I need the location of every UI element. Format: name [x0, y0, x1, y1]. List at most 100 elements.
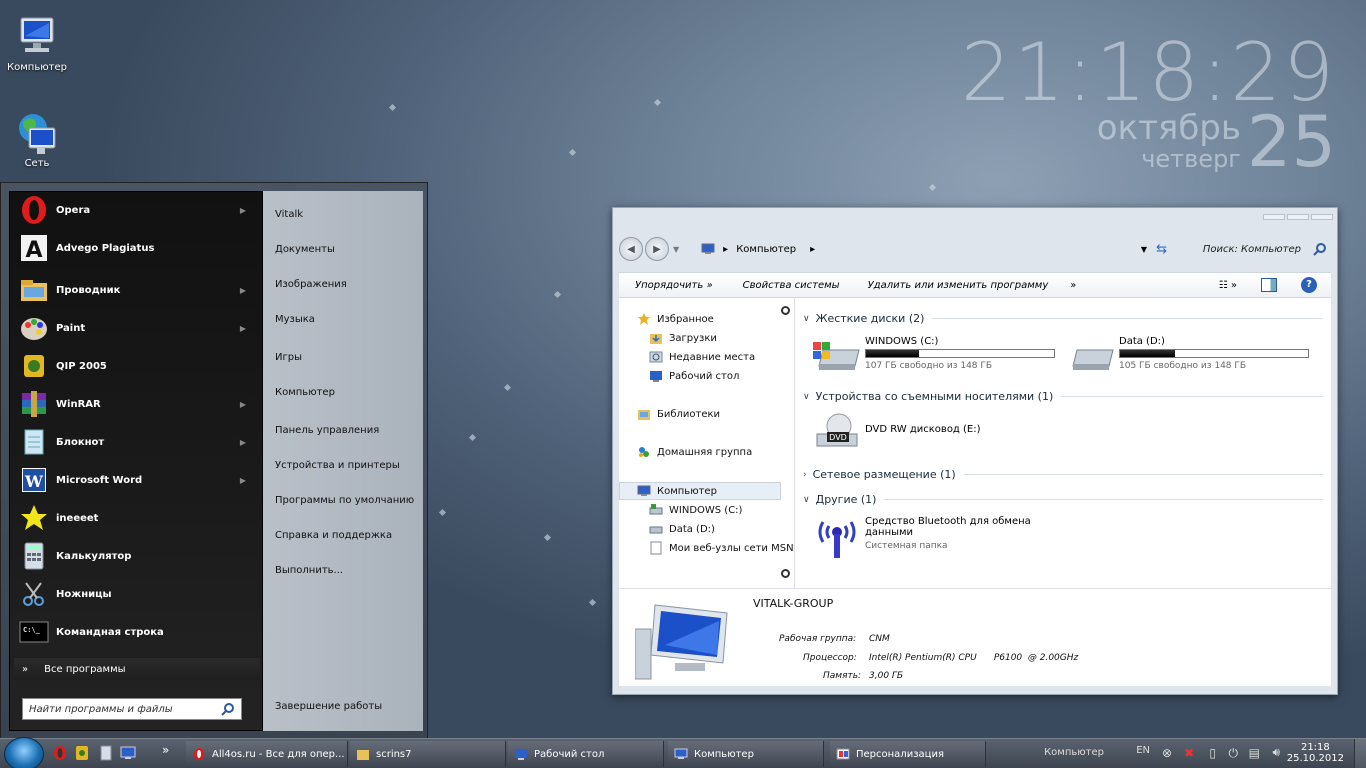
- history-dropdown-icon[interactable]: ▼: [673, 245, 679, 254]
- start-item-qip[interactable]: QIP 2005: [14, 348, 258, 384]
- start-place-music[interactable]: Музыка: [275, 314, 315, 325]
- close-circle-icon[interactable]: ⊗: [1162, 746, 1172, 760]
- start-item-paint[interactable]: Paint ▶: [14, 310, 258, 346]
- power-icon[interactable]: ⏻: [1229, 746, 1239, 761]
- start-item-winrar[interactable]: WinRAR ▶: [14, 386, 258, 422]
- organize-button[interactable]: Упорядочить »: [635, 280, 713, 291]
- nav-homegroup[interactable]: Домашняя группа: [637, 445, 752, 459]
- uninstall-program-button[interactable]: Удалить или изменить программу: [868, 280, 1049, 291]
- start-item-ineeeet[interactable]: ineeeet: [14, 500, 258, 536]
- desktop-icon-network[interactable]: Сеть: [0, 110, 74, 169]
- group-header-removable[interactable]: ∨ Устройства со съемными носителями (1): [803, 390, 1323, 403]
- antivirus-icon[interactable]: ✖: [1184, 746, 1194, 760]
- start-item-explorer[interactable]: Проводник ▶: [14, 272, 258, 308]
- back-button[interactable]: ◀: [619, 237, 643, 261]
- start-item-opera[interactable]: Opera ▶: [14, 192, 258, 228]
- start-place-documents[interactable]: Документы: [275, 244, 335, 255]
- nav-msn-sites[interactable]: Мои веб-узлы сети MSN: [649, 541, 794, 555]
- minimize-button[interactable]: [1263, 214, 1285, 220]
- start-item-notepad[interactable]: Блокнот ▶: [14, 424, 258, 460]
- start-search-placeholder: Найти программы и файлы: [29, 703, 173, 715]
- nav-label: Библиотеки: [657, 408, 721, 420]
- opera-icon: [194, 748, 204, 760]
- address-bar[interactable]: ▸ Компьютер ▸: [701, 243, 815, 255]
- start-place-user[interactable]: Vitalk: [275, 209, 303, 220]
- search-icon[interactable]: [1313, 242, 1327, 256]
- start-place-run[interactable]: Выполнить...: [275, 565, 343, 576]
- start-item-scissors[interactable]: Ножницы: [14, 576, 258, 612]
- volume-icon[interactable]: 🔊︎: [1272, 745, 1280, 760]
- shutdown-button[interactable]: Завершение работы: [275, 701, 382, 712]
- maximize-button[interactable]: [1287, 214, 1309, 220]
- nav-recent-places[interactable]: Недавние места: [649, 350, 755, 364]
- breadcrumb-arrow-icon[interactable]: ▸: [810, 244, 815, 255]
- taskbar-button-desktop[interactable]: Рабочий стол: [508, 741, 664, 767]
- start-place-pictures[interactable]: Изображения: [275, 279, 347, 290]
- language-indicator[interactable]: EN: [1136, 745, 1150, 756]
- explorer-search-input[interactable]: Поиск: Компьютер: [1203, 244, 1301, 255]
- downloads-folder-icon: [650, 334, 662, 344]
- nav-computer[interactable]: Компьютер: [637, 484, 717, 498]
- group-header-other[interactable]: ∨ Другие (1): [803, 493, 1323, 506]
- forward-button[interactable]: ▶: [645, 237, 669, 261]
- breadcrumb-computer[interactable]: Компьютер: [736, 244, 796, 255]
- qip-icon[interactable]: [74, 745, 90, 761]
- scroll-up-button[interactable]: [781, 306, 790, 315]
- taskbar-button-personalization[interactable]: Персонализация: [830, 741, 986, 767]
- help-icon[interactable]: ?: [1301, 277, 1317, 293]
- start-place-games[interactable]: Игры: [275, 352, 302, 363]
- taskbar-button-computer[interactable]: Компьютер: [668, 741, 824, 767]
- nav-scrollbar[interactable]: [781, 306, 790, 578]
- start-item-cmd[interactable]: C:\_ Командная строка: [14, 614, 258, 650]
- network-tray-icon[interactable]: ▤: [1249, 746, 1260, 760]
- refresh-icon[interactable]: ⇆: [1156, 242, 1167, 257]
- drive-c-tile[interactable]: WINDOWS (C:) 107 ГБ свободно из 148 ГБ: [813, 336, 1063, 371]
- nav-favorites[interactable]: Избранное: [637, 312, 714, 326]
- taskbar-button-scrins7[interactable]: scrins7: [350, 741, 506, 767]
- view-options-icon[interactable]: ☷ »: [1219, 280, 1237, 291]
- dvd-drive-tile[interactable]: DVD DVD RW дисковод (E:): [813, 412, 1063, 452]
- system-properties-button[interactable]: Свойства системы: [743, 280, 840, 291]
- all-programs-button[interactable]: » Все программы: [14, 658, 260, 680]
- taskbar-button-opera[interactable]: All4os.ru - Все для опер...: [186, 741, 348, 767]
- tray-toolbar-label[interactable]: Компьютер: [1044, 747, 1104, 758]
- start-place-default-programs[interactable]: Программы по умолчанию: [275, 495, 414, 506]
- start-place-help[interactable]: Справка и поддержка: [275, 530, 392, 541]
- start-item-advego[interactable]: A Advego Plagiatus: [14, 230, 258, 266]
- scroll-down-button[interactable]: [781, 569, 790, 578]
- all-programs-label: Все программы: [44, 663, 126, 675]
- nav-label: Мои веб-узлы сети MSN: [669, 542, 794, 554]
- show-desktop-button[interactable]: [1354, 739, 1366, 768]
- nav-downloads[interactable]: Загрузки: [649, 331, 717, 345]
- scissors-icon: [18, 578, 50, 610]
- nav-libraries[interactable]: Библиотеки: [637, 407, 720, 421]
- opera-icon[interactable]: [52, 745, 68, 761]
- start-item-label: Блокнот: [56, 436, 105, 448]
- safely-remove-icon[interactable]: ▯: [1209, 746, 1216, 760]
- start-place-control-panel[interactable]: Панель управления: [275, 425, 379, 436]
- preview-pane-icon[interactable]: [1261, 278, 1277, 292]
- start-place-devices-printers[interactable]: Устройства и принтеры: [275, 460, 400, 471]
- bluetooth-antenna-icon: [818, 521, 856, 558]
- start-item-calculator[interactable]: Калькулятор: [14, 538, 258, 574]
- tray-clock[interactable]: 21:18 25.10.2012: [1287, 742, 1344, 764]
- start-item-word[interactable]: W Microsoft Word ▶: [14, 462, 258, 498]
- bluetooth-tile[interactable]: Средство Bluetooth для обмена данными Си…: [813, 514, 1063, 564]
- address-dropdown-icon[interactable]: ▼: [1141, 245, 1147, 254]
- start-search-input[interactable]: Найти программы и файлы: [22, 698, 242, 720]
- nav-drive-c[interactable]: WINDOWS (C:): [649, 503, 742, 517]
- group-header-network[interactable]: › Сетевое размещение (1): [803, 468, 1323, 481]
- start-button[interactable]: [4, 737, 44, 768]
- drive-d-tile[interactable]: Data (D:) 105 ГБ свободно из 148 ГБ: [1067, 336, 1317, 371]
- desktop-icon[interactable]: [120, 745, 136, 761]
- close-button[interactable]: [1311, 214, 1333, 220]
- calculator-icon[interactable]: [98, 745, 114, 761]
- nav-desktop[interactable]: Рабочий стол: [649, 369, 739, 383]
- nav-drive-d[interactable]: Data (D:): [649, 522, 715, 536]
- background-star: [388, 103, 397, 112]
- start-place-computer[interactable]: Компьютер: [275, 387, 335, 398]
- desktop-icon-computer[interactable]: Компьютер: [0, 14, 74, 73]
- group-header-hdd[interactable]: ∨ Жесткие диски (2): [803, 312, 1323, 325]
- quick-launch-chevron-icon[interactable]: »: [162, 743, 169, 757]
- more-commands-button[interactable]: »: [1070, 280, 1076, 291]
